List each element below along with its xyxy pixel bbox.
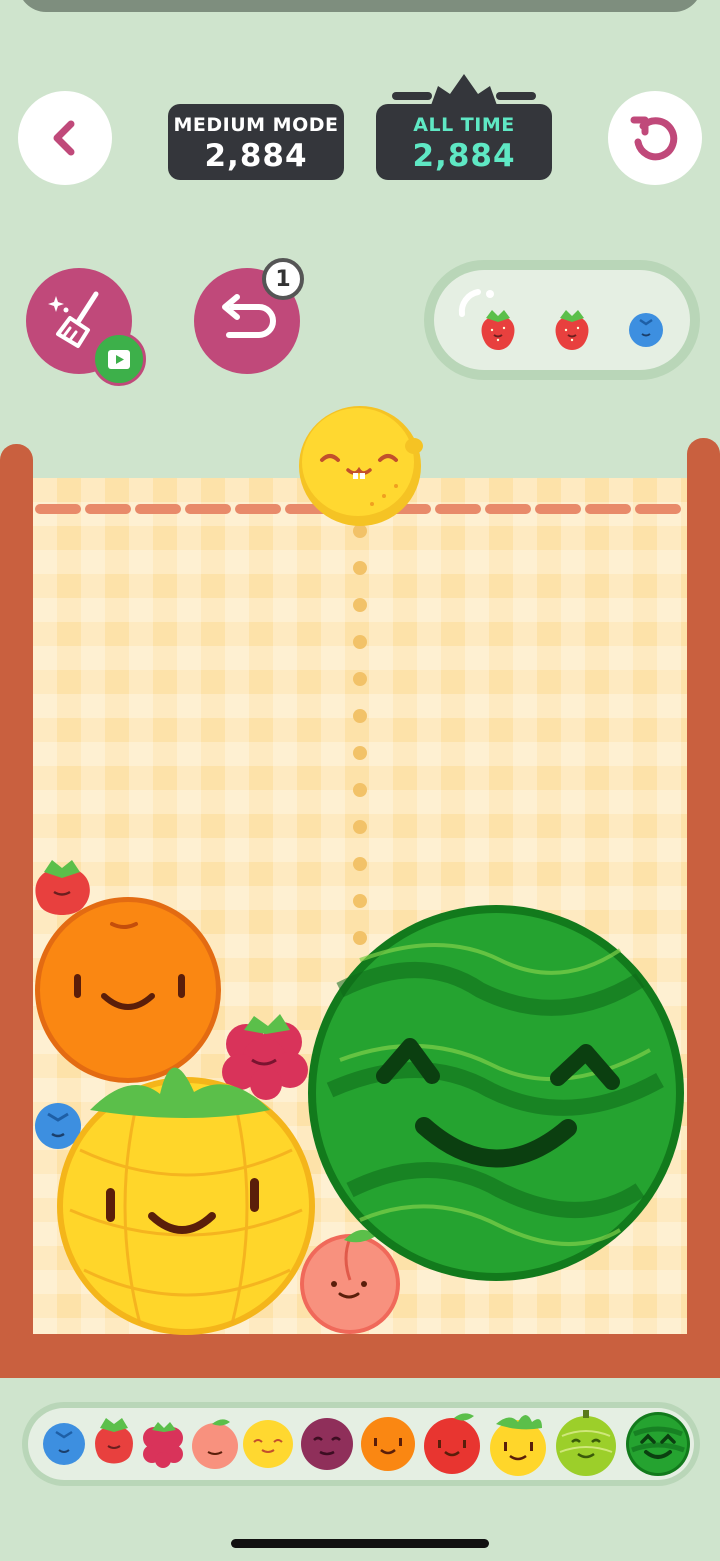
home-indicator[interactable] <box>231 1539 489 1548</box>
evolution-lemon-icon <box>243 1420 293 1468</box>
evolution-apple-icon <box>424 1413 480 1474</box>
evolution-melon-icon <box>556 1410 616 1476</box>
evolution-raspberry-icon <box>143 1422 183 1468</box>
evolution-strawberry-icon <box>95 1418 133 1464</box>
strawberry-fruit <box>35 860 90 915</box>
evolution-blueberry-icon <box>43 1423 85 1465</box>
watermelon-fruit <box>308 905 684 1281</box>
evolution-watermelon-icon <box>626 1412 690 1476</box>
drop-guide <box>353 524 367 945</box>
evolution-plum-icon <box>301 1418 353 1470</box>
pineapple-fruit <box>57 1067 315 1335</box>
peach-fruit <box>300 1229 400 1334</box>
evolution-orange-icon <box>361 1417 415 1471</box>
evolution-fruits <box>43 1410 690 1476</box>
orange-fruit <box>35 897 221 1083</box>
evolution-peach-icon <box>192 1419 238 1469</box>
game-scene <box>35 406 689 1335</box>
evolution-pineapple-icon <box>490 1415 546 1476</box>
